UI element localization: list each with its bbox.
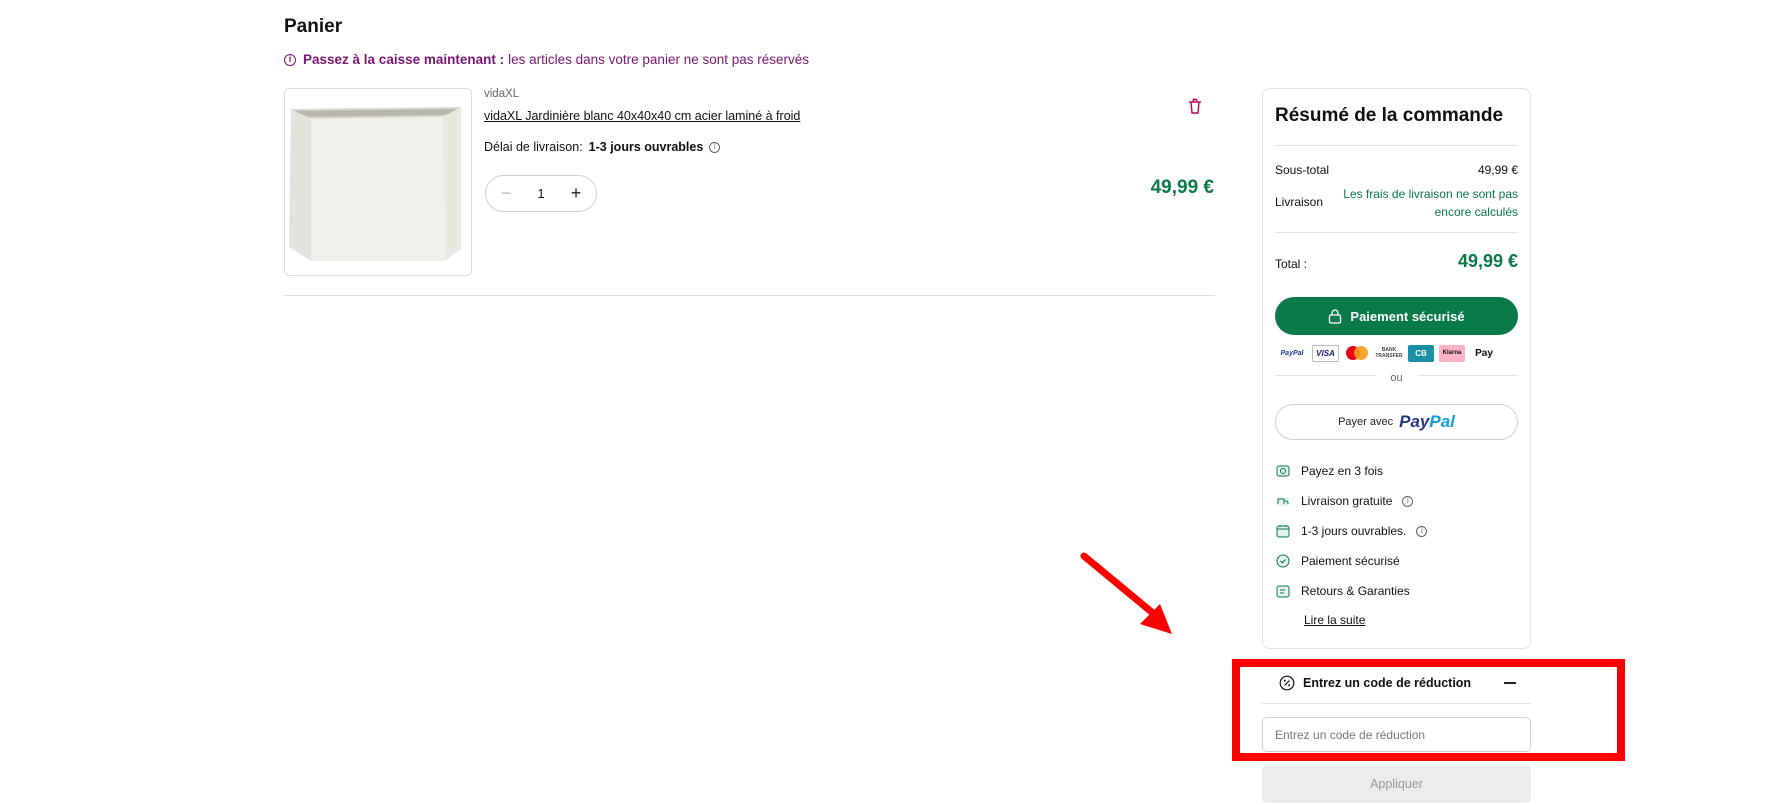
summary-divider: [1275, 232, 1518, 233]
product-image[interactable]: [284, 88, 472, 276]
installments-icon: [1276, 465, 1290, 477]
visa-logo: VISA: [1312, 344, 1339, 362]
cb-logo: CB: [1408, 344, 1434, 362]
delivery-info-icon[interactable]: i: [709, 141, 721, 153]
decrease-quantity-button[interactable]: −: [496, 183, 516, 204]
annotation-arrow-icon: [1080, 552, 1172, 634]
delivery-time: Délai de livraison: 1-3 jours ouvrables …: [484, 140, 721, 154]
quantity-stepper: − 1 +: [485, 175, 597, 212]
info-icon: i: [284, 53, 296, 66]
subtotal-label: Sous-total: [1275, 163, 1330, 177]
or-text: ou: [1390, 372, 1403, 384]
product-name-link[interactable]: vidaXL Jardinière blanc 40x40x40 cm acie…: [484, 109, 800, 123]
shipping-value: Les frais de livraison ne sont pas encor…: [1343, 187, 1518, 219]
notice-text: les articles dans votre panier ne sont p…: [508, 52, 810, 67]
apply-discount-button[interactable]: Appliquer: [1262, 765, 1531, 803]
subtotal-value: 49,99 €: [1477, 163, 1518, 177]
highlight-annotation-box: [1232, 659, 1625, 761]
returns-icon: [1276, 585, 1290, 598]
lock-icon: [1329, 308, 1342, 324]
feature-secure-payment: Paiement sécurisé: [1275, 552, 1400, 570]
calendar-icon: [1276, 525, 1290, 538]
product-divider: [284, 295, 1215, 296]
total-value: 49,99 €: [1457, 251, 1518, 271]
bank-transfer-logo: BANK TRANSFER: [1375, 347, 1403, 359]
order-summary: Résumé de la commande Sous-total 49,99 €…: [1262, 88, 1531, 649]
secure-payment-button[interactable]: Paiement sécurisé: [1275, 297, 1518, 335]
shield-check-icon: [1276, 554, 1290, 568]
read-more-link[interactable]: Lire la suite: [1304, 613, 1365, 627]
summary-divider: [1275, 145, 1518, 146]
feature-free-shipping: Livraison gratuite i: [1275, 492, 1414, 510]
delivery-label: Délai de livraison:: [484, 140, 583, 154]
total-label: Total :: [1275, 257, 1308, 271]
summary-title: Résumé de la commande: [1275, 105, 1504, 126]
delivery-days-info-icon[interactable]: i: [1416, 525, 1428, 537]
or-separator: ou: [1275, 372, 1518, 389]
product-price: 49,99 €: [1150, 177, 1214, 198]
shipping-info-icon[interactable]: i: [1402, 495, 1414, 507]
secure-payment-label: Paiement sécurisé: [1350, 308, 1465, 324]
apple-pay-logo: Pay: [1475, 347, 1493, 359]
increase-quantity-button[interactable]: +: [566, 183, 586, 204]
shipping-label: Livraison: [1275, 195, 1324, 209]
trash-icon[interactable]: [1185, 96, 1205, 116]
feature-installments: Payez en 3 fois: [1275, 462, 1383, 480]
paypal-logo: PayPal: [1280, 349, 1304, 357]
notice-bold: Passez à la caisse maintenant :: [303, 52, 505, 67]
reservation-notice: i Passez à la caisse maintenant : les ar…: [284, 52, 809, 67]
feature-returns: Retours & Garanties: [1275, 582, 1410, 600]
delivery-value: 1-3 jours ouvrables: [588, 140, 704, 154]
paypal-brand: PayPal: [1399, 412, 1455, 431]
paypal-prefix: Payer avec: [1338, 416, 1394, 428]
feature-delivery-days: 1-3 jours ouvrables. i: [1275, 522, 1428, 540]
page-title: Panier: [284, 16, 343, 37]
truck-icon: [1277, 497, 1289, 506]
payment-methods: PayPal VISA BANK TRANSFER CB Klarna Pay: [1277, 343, 1520, 363]
planter-image: [289, 107, 461, 261]
mastercard-logo: [1344, 345, 1370, 362]
paypal-button[interactable]: Payer avec PayPal: [1275, 404, 1518, 440]
klarna-logo: Klarna: [1439, 344, 1465, 362]
product-brand: vidaXL: [484, 88, 520, 100]
quantity-value: 1: [537, 186, 545, 201]
